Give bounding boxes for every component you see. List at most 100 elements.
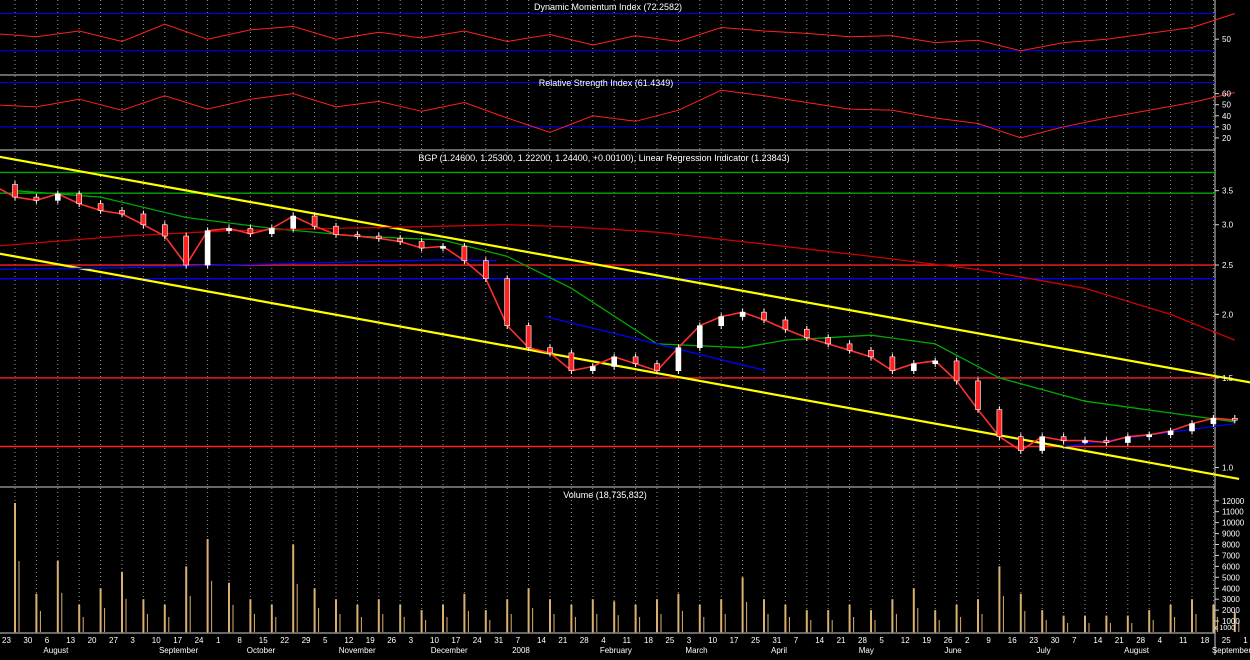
x-axis-month-label: September — [159, 646, 198, 655]
price-candle — [311, 215, 318, 227]
x-axis-month-label: December — [431, 646, 468, 655]
rsi-axis-tick-label: 40 — [1222, 112, 1231, 121]
price-candle — [183, 235, 189, 266]
x-axis-day-label: 5 — [879, 636, 884, 645]
price-candle — [589, 366, 596, 371]
price-candle — [1017, 436, 1024, 451]
price-candle — [247, 228, 254, 235]
price-candle — [782, 319, 789, 330]
price-candle — [525, 325, 532, 348]
price-candle — [119, 210, 125, 215]
x-axis-day-label: 10 — [708, 636, 717, 645]
x-axis-day-label: 10 — [152, 636, 161, 645]
price-axis-tick-label: 2.0 — [1222, 310, 1234, 319]
rsi-axis-tick-label: 60 — [1222, 90, 1231, 99]
price-candle — [1103, 440, 1110, 443]
price-candle — [803, 328, 810, 338]
x-axis-month-label: April — [771, 646, 787, 655]
price-candle — [375, 235, 382, 239]
x-axis-day-label: 11 — [623, 636, 632, 645]
x-axis-day-label: 9 — [986, 636, 991, 645]
price-candle — [718, 316, 725, 326]
x-axis-day-label: 7 — [1072, 636, 1077, 645]
x-axis-day-label: 19 — [366, 636, 375, 645]
price-candle — [1125, 436, 1131, 443]
price-candle — [1039, 436, 1045, 451]
volume-axis-tick-label: 4000 — [1222, 584, 1240, 593]
price-candle — [97, 203, 104, 211]
volume-axis-tick-label: 9000 — [1222, 530, 1240, 539]
x-axis-day-label: 3 — [130, 636, 135, 645]
price-candle — [54, 193, 61, 201]
price-candle — [461, 246, 468, 261]
volume-axis-tick-label: 3000 — [1222, 595, 1240, 604]
price-candle — [76, 193, 82, 204]
x-axis-day-label: 4 — [601, 636, 606, 645]
x-axis-day-label: 3 — [687, 636, 692, 645]
x-axis-month-label: July — [1036, 646, 1050, 655]
price-candle — [140, 213, 147, 226]
x-axis-month-label: May — [859, 646, 874, 655]
price-candle — [1167, 430, 1174, 436]
price-candle — [418, 241, 425, 249]
volume-unit-label: x 1000 — [1214, 625, 1235, 632]
x-axis-day-label: 12 — [344, 636, 353, 645]
x-axis-day-label: 25 — [751, 636, 760, 645]
price-candle — [162, 224, 168, 237]
volume-axis-tick-label: 5000 — [1222, 573, 1240, 582]
x-axis-day-label: 17 — [173, 636, 182, 645]
x-axis-day-label: 8 — [237, 636, 242, 645]
price-candle — [1082, 440, 1088, 443]
price-candle — [1210, 417, 1217, 424]
price-candle — [204, 230, 211, 266]
momentum-axis-tick-label: 50 — [1222, 35, 1231, 44]
x-axis-day-label: 7 — [794, 636, 799, 645]
price-candle — [654, 363, 660, 371]
chart-background — [0, 0, 1250, 655]
volume-axis-tick-label: 11000 — [1222, 508, 1244, 517]
x-axis-day-label: 26 — [387, 636, 396, 645]
x-axis-day-label: 5 — [323, 636, 328, 645]
price-candle — [268, 228, 275, 235]
x-axis-day-label: 18 — [644, 636, 653, 645]
x-axis-day-label: 10 — [430, 636, 439, 645]
price-candle — [1060, 436, 1067, 441]
price-candle — [440, 246, 446, 249]
price-candle — [953, 360, 960, 382]
x-axis-month-label: August — [1124, 646, 1150, 655]
bgp-chart: 5060504030203.53.02.52.01.51.01200011000… — [0, 0, 1250, 655]
price-axis-tick-label: 3.0 — [1222, 221, 1234, 230]
x-axis-month-label: October — [247, 646, 276, 655]
rsi-axis-tick-label: 20 — [1222, 134, 1231, 143]
x-axis-day-label: 21 — [837, 636, 846, 645]
price-candle — [611, 356, 618, 367]
price-candle — [568, 352, 575, 371]
price-candle — [397, 238, 404, 242]
x-axis-month-label: November — [339, 646, 376, 655]
volume-axis-tick-label: 7000 — [1222, 551, 1240, 560]
price-candle — [696, 325, 703, 348]
x-axis-day-label: 24 — [195, 636, 204, 645]
price-candle — [868, 349, 874, 358]
x-axis-day-label: 14 — [537, 636, 546, 645]
x-axis-month-label: February — [600, 646, 632, 655]
price-candle — [889, 356, 896, 371]
price-axis-tick-label: 1.0 — [1222, 464, 1234, 473]
price-candle — [333, 225, 339, 235]
volume-axis-tick-label: 10000 — [1222, 519, 1245, 528]
x-axis-month-label: August — [43, 646, 69, 655]
x-axis-day-label: 30 — [1051, 636, 1060, 645]
price-candle — [675, 347, 682, 371]
x-axis-day-label: 11 — [1179, 636, 1188, 645]
x-axis-day-label: 28 — [858, 636, 867, 645]
x-axis-day-label: 30 — [23, 636, 32, 645]
price-candle — [632, 356, 639, 364]
x-axis-day-label: 7 — [516, 636, 521, 645]
x-axis-day-label: 21 — [558, 636, 567, 645]
price-candle — [910, 363, 917, 371]
x-axis-day-label: 19 — [922, 636, 931, 645]
volume-axis-tick-label: 12000 — [1222, 497, 1245, 506]
volume-axis-tick-label: 6000 — [1222, 562, 1240, 571]
volume-axis-tick-label: 8000 — [1222, 541, 1240, 550]
price-candle — [547, 347, 553, 354]
